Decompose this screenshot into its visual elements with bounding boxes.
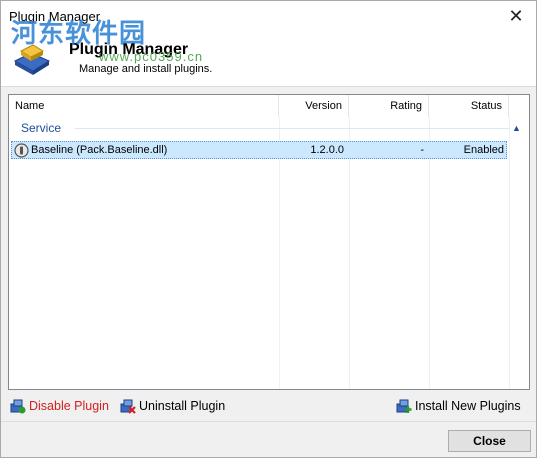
watermark-text: 河东软件园 bbox=[11, 19, 147, 49]
uninstall-plugin-button[interactable]: Uninstall Plugin bbox=[120, 397, 225, 415]
plugin-name: Baseline (Pack.Baseline.dll) bbox=[31, 144, 168, 156]
uninstall-plugin-icon bbox=[120, 399, 136, 414]
disable-plugin-button[interactable]: Disable Plugin bbox=[10, 397, 109, 415]
collapse-group-icon[interactable]: ▲ bbox=[512, 123, 521, 133]
column-rating[interactable]: Rating bbox=[349, 95, 429, 117]
install-plugin-icon bbox=[396, 399, 412, 413]
column-name[interactable]: Name bbox=[9, 95, 279, 117]
disable-plugin-icon bbox=[10, 399, 26, 414]
plugin-manager-window: Plugin Manager ✕ Plugin Manager Manage a… bbox=[0, 0, 537, 458]
column-version[interactable]: Version bbox=[279, 95, 349, 117]
disable-plugin-label: Disable Plugin bbox=[29, 399, 109, 413]
close-button[interactable]: Close bbox=[448, 430, 531, 452]
uninstall-plugin-label: Uninstall Plugin bbox=[139, 399, 226, 413]
list-column-header: Name Version Rating Status bbox=[9, 95, 529, 117]
plugin-status-icon bbox=[14, 143, 29, 158]
plugin-rating: - bbox=[420, 144, 424, 156]
watermark-url: www.pc0359.cn bbox=[99, 49, 204, 64]
column-status[interactable]: Status bbox=[429, 95, 509, 117]
plugin-version: 1.2.0.0 bbox=[310, 144, 344, 156]
install-new-plugins-button[interactable]: Install New Plugins bbox=[396, 397, 521, 415]
window-close-icon[interactable]: ✕ bbox=[502, 5, 530, 27]
install-new-plugins-label: Install New Plugins bbox=[415, 399, 521, 413]
dialog-footer: Close bbox=[1, 421, 536, 457]
table-row[interactable]: Baseline (Pack.Baseline.dll) 1.2.0.0 - E… bbox=[11, 141, 507, 159]
header-subtitle: Manage and install plugins. bbox=[79, 63, 213, 75]
group-header-service: Service bbox=[21, 121, 62, 135]
plugin-list[interactable]: Name Version Rating Status Service ▲ Bas… bbox=[8, 94, 530, 390]
group-divider bbox=[75, 128, 509, 129]
plugin-status: Enabled bbox=[463, 144, 504, 156]
